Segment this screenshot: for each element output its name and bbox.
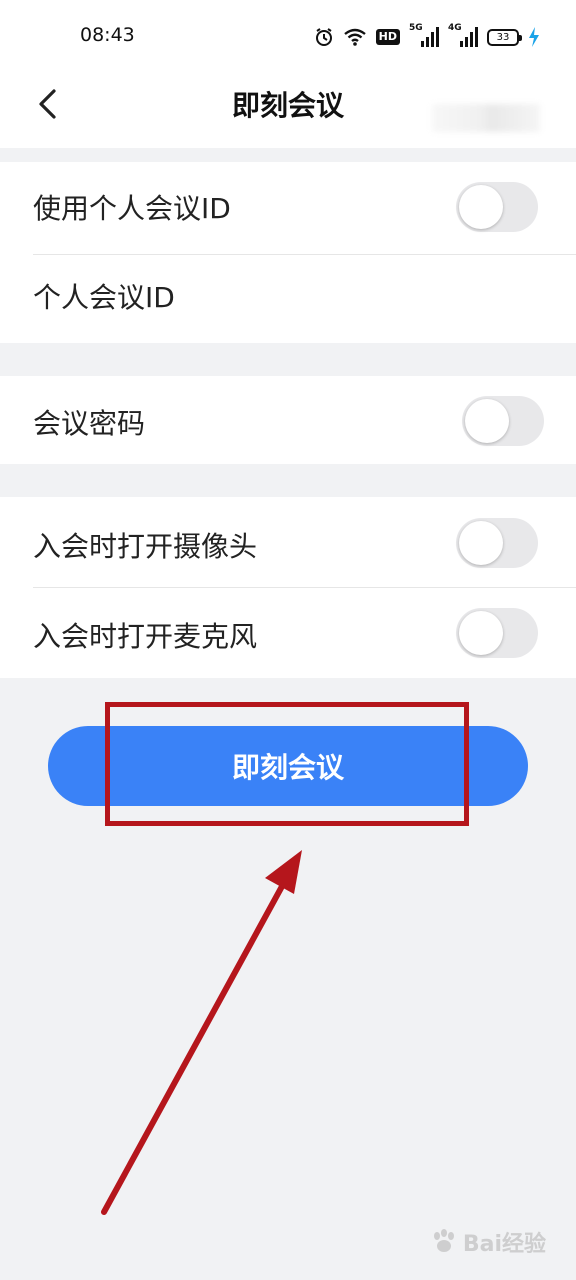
camera-row: 入会时打开摄像头: [0, 497, 576, 587]
status-icons: HD 5G 4G 33: [314, 23, 540, 50]
use-personal-id-label: 使用个人会议ID: [33, 192, 231, 225]
signal-5g-icon: 5G: [409, 23, 439, 47]
toggle-knob: [465, 399, 509, 443]
use-personal-id-row: 使用个人会议ID: [0, 162, 576, 252]
personal-id-card: 使用个人会议ID 个人会议ID: [0, 104, 576, 344]
status-time: 08:43: [80, 24, 135, 46]
mic-label: 入会时打开麦克风: [33, 620, 258, 653]
toggle-knob: [459, 185, 503, 229]
camera-toggle[interactable]: [456, 518, 538, 568]
charging-icon: [529, 27, 539, 47]
status-bar: 08:43 HD 5G 4G 33: [0, 0, 576, 70]
watermark-text: Bai经验: [462, 1232, 546, 1257]
personal-id-row: 个人会议ID: [0, 104, 576, 344]
personal-id-value: [432, 104, 540, 132]
password-row: 会议密码: [0, 376, 576, 466]
password-card: 会议密码: [0, 376, 576, 464]
hd-badge: HD: [375, 29, 400, 45]
alarm-icon: [315, 28, 332, 46]
signal-4g-icon: 4G: [448, 23, 478, 47]
use-personal-id-toggle[interactable]: [456, 182, 538, 232]
media-card: 入会时打开摄像头 入会时打开麦克风: [0, 497, 576, 678]
password-toggle[interactable]: [462, 396, 544, 446]
personal-id-label: 个人会议ID: [33, 281, 175, 314]
camera-label: 入会时打开摄像头: [33, 530, 258, 563]
toggle-knob: [459, 611, 503, 655]
watermark: Bai经验: [429, 1226, 546, 1258]
mic-row: 入会时打开麦克风: [0, 587, 576, 677]
annotation-highlight-box: [105, 702, 469, 826]
battery-icon: 33: [487, 28, 522, 46]
password-label: 会议密码: [33, 407, 146, 440]
mic-toggle[interactable]: [456, 608, 538, 658]
paw-icon: [433, 1229, 454, 1252]
wifi-icon: [343, 28, 366, 46]
toggle-knob: [459, 521, 503, 565]
